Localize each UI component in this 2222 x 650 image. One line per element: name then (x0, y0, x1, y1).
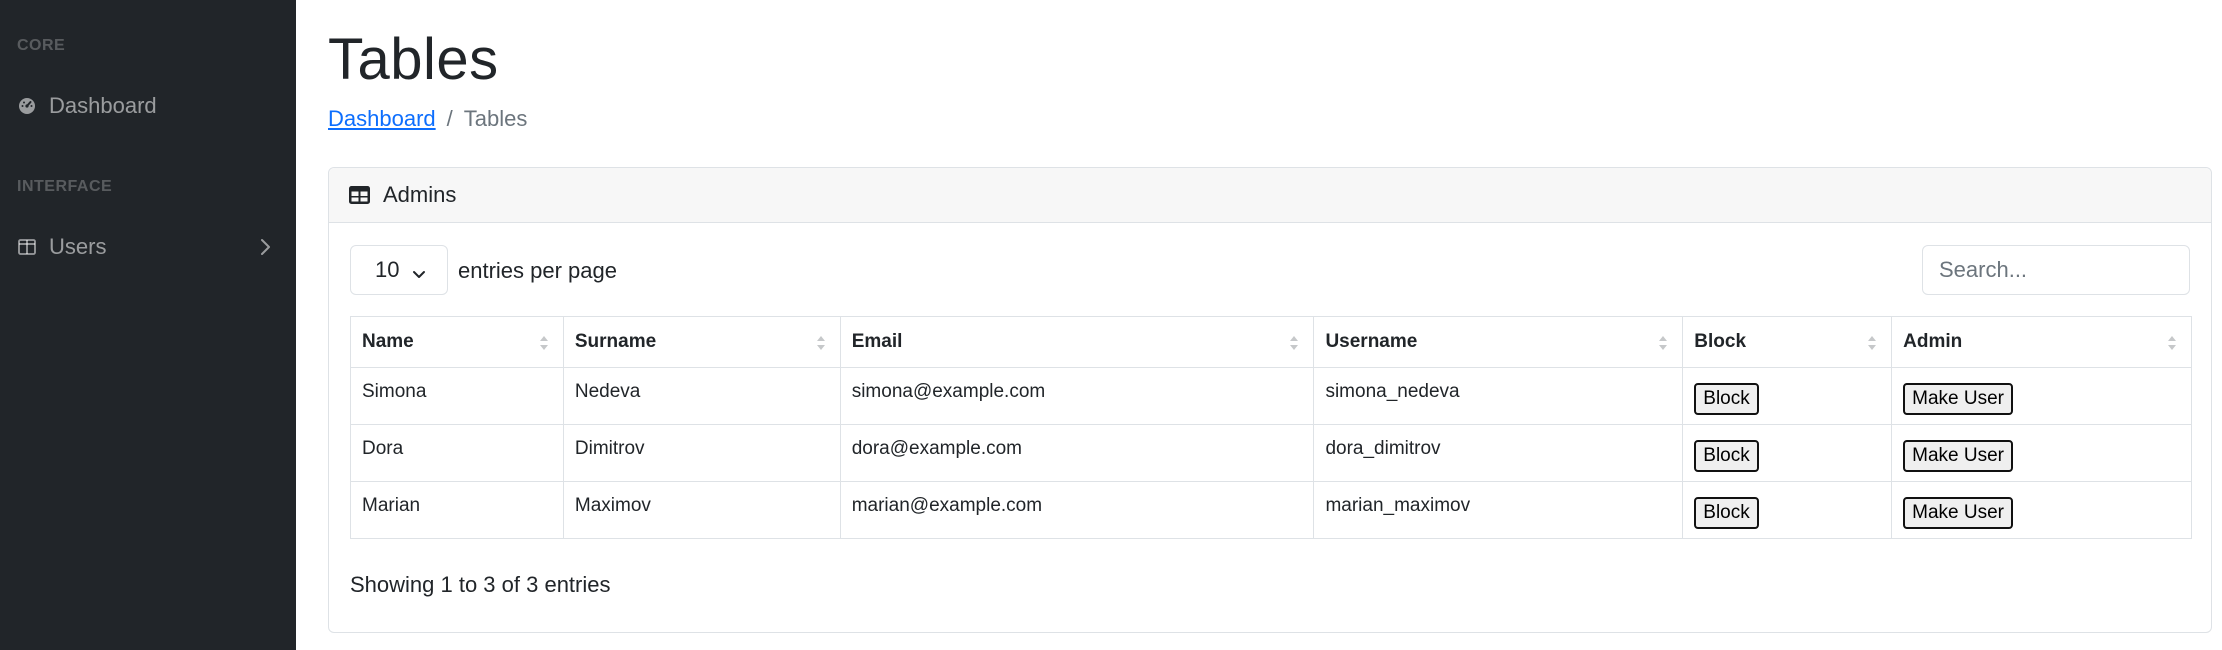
make-user-button[interactable]: Make User (1903, 383, 2013, 415)
breadcrumb-link-dashboard[interactable]: Dashboard (328, 106, 436, 132)
datatable-toolbar: 10 entries per page (350, 245, 2190, 295)
sort-icon (1290, 336, 1299, 350)
column-header-surname[interactable]: Surname (562, 316, 841, 368)
table-icon (349, 184, 371, 206)
column-header-label: Email (851, 331, 903, 352)
sidebar: CORE Dashboard INTERFACE Users (0, 0, 296, 650)
entries-per-page-value: 10 (375, 257, 400, 282)
card-title: Admins (383, 182, 457, 207)
breadcrumb-current: Tables (463, 106, 528, 131)
column-header-username[interactable]: Username (1313, 316, 1684, 368)
column-header-name[interactable]: Name (350, 316, 564, 368)
column-header-label: Name (362, 331, 414, 352)
chevron-right-icon (260, 237, 272, 263)
cell-email: simona@example.com (839, 367, 1315, 425)
sort-icon (1659, 336, 1668, 350)
breadcrumb: Dashboard / Tables (328, 106, 527, 132)
cell-admin: Make User (1891, 481, 2192, 539)
cell-surname: Nedeva (562, 367, 841, 425)
admins-card: Admins 10 entries per page Name Surname … (328, 167, 2212, 633)
block-button[interactable]: Block (1694, 440, 1759, 472)
sidebar-item-label: Dashboard (49, 93, 157, 118)
cell-admin: Make User (1891, 367, 2192, 425)
make-user-button[interactable]: Make User (1903, 440, 2013, 472)
table-row: Marian Maximov marian@example.com marian… (350, 481, 2192, 539)
block-button[interactable]: Block (1694, 383, 1759, 415)
cell-name: Simona (350, 367, 564, 425)
card-header: Admins (329, 168, 2211, 223)
column-header-label: Surname (574, 331, 657, 352)
table-header-row: Name Surname Email Username Block Admin (350, 316, 2192, 368)
search-input[interactable] (1922, 245, 2190, 295)
sort-icon (2168, 336, 2176, 350)
sidebar-item-users[interactable]: Users (0, 222, 296, 272)
cell-email: marian@example.com (839, 481, 1315, 539)
sidebar-item-dashboard[interactable]: Dashboard (0, 81, 296, 131)
admins-table: Name Surname Email Username Block Admin … (350, 316, 2192, 539)
cell-block: Block (1682, 481, 1893, 539)
column-header-email[interactable]: Email (839, 316, 1315, 368)
main-content: Tables Dashboard / Tables Admins 10 entr… (296, 0, 2222, 650)
entries-per-page-label: entries per page (458, 258, 617, 283)
sidebar-heading-core: CORE (17, 37, 66, 54)
cell-block: Block (1682, 424, 1893, 482)
column-header-block[interactable]: Block (1682, 316, 1893, 368)
column-header-admin[interactable]: Admin (1891, 316, 2192, 368)
cell-surname: Dimitrov (562, 424, 841, 482)
cell-block: Block (1682, 367, 1893, 425)
chevron-down-icon (411, 262, 427, 288)
cell-surname: Maximov (562, 481, 841, 539)
table-row: Simona Nedeva simona@example.com simona_… (350, 367, 2192, 425)
block-button[interactable]: Block (1694, 497, 1759, 529)
cell-name: Dora (350, 424, 564, 482)
cell-admin: Make User (1891, 424, 2192, 482)
sort-icon (1868, 336, 1877, 350)
breadcrumb-separator: / (446, 106, 453, 131)
cell-email: dora@example.com (839, 424, 1315, 482)
page-title: Tables (328, 27, 499, 92)
table-row: Dora Dimitrov dora@example.com dora_dimi… (350, 424, 2192, 482)
cell-name: Marian (350, 481, 564, 539)
entries-per-page-select[interactable]: 10 (350, 245, 448, 295)
columns-icon (17, 237, 37, 257)
cell-username: dora_dimitrov (1313, 424, 1684, 482)
column-header-label: Admin (1903, 331, 1963, 352)
sidebar-heading-interface: INTERFACE (17, 178, 113, 195)
table-info: Showing 1 to 3 of 3 entries (350, 572, 611, 597)
sidebar-item-label: Users (49, 234, 107, 259)
column-header-label: Username (1325, 331, 1418, 352)
sort-icon (816, 336, 825, 350)
cell-username: simona_nedeva (1313, 367, 1684, 425)
sort-icon (539, 336, 548, 350)
column-header-label: Block (1694, 331, 1747, 352)
cell-username: marian_maximov (1313, 481, 1684, 539)
make-user-button[interactable]: Make User (1903, 497, 2013, 529)
tachometer-icon (17, 96, 37, 116)
